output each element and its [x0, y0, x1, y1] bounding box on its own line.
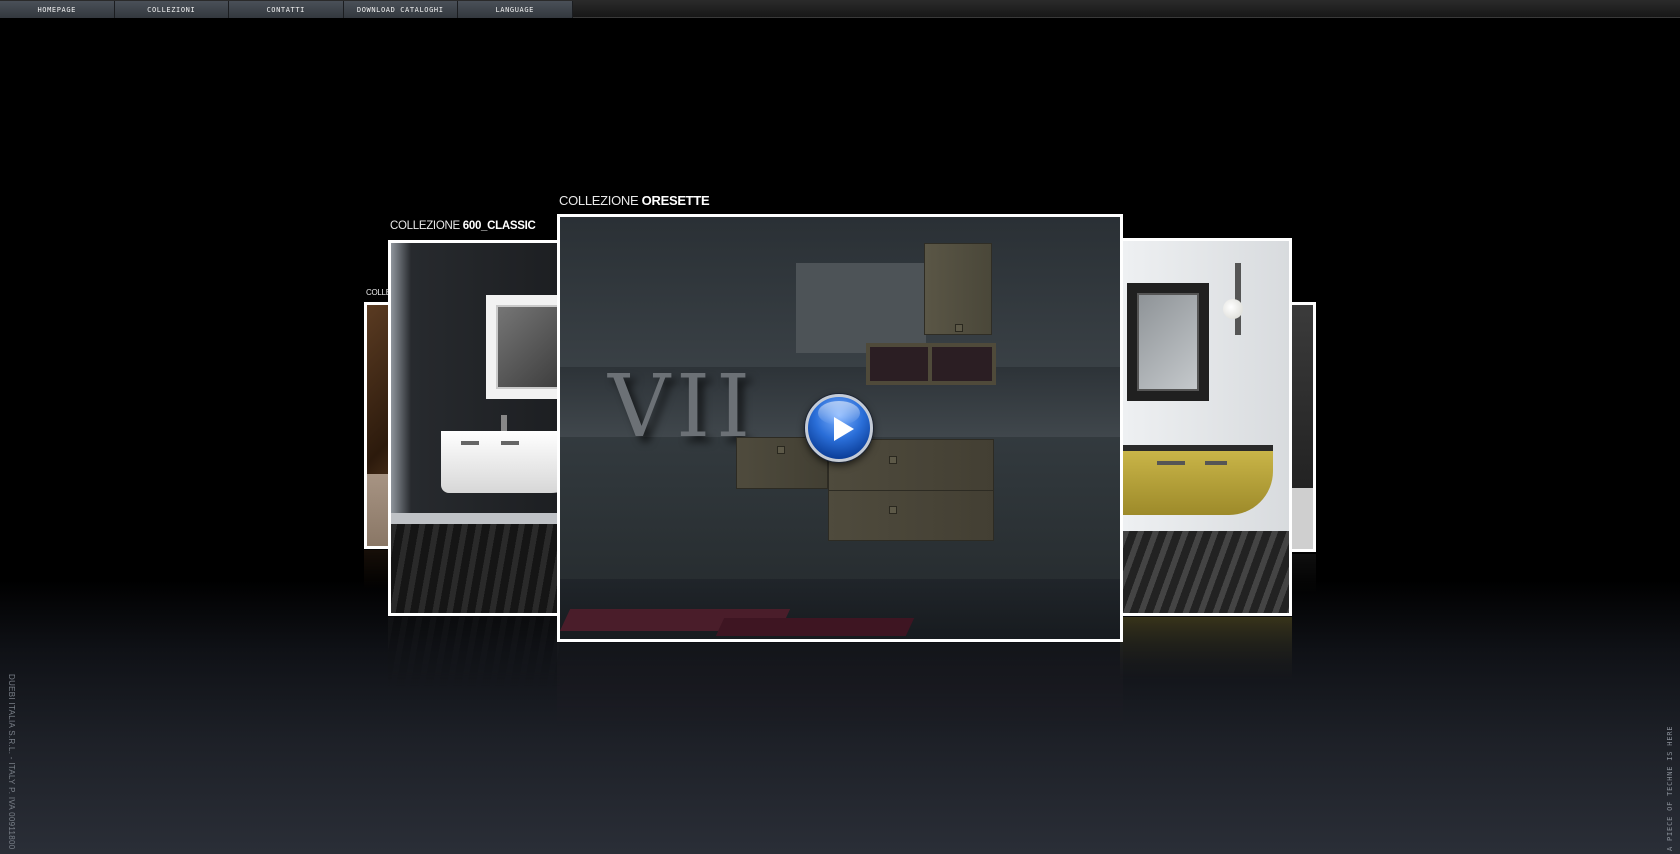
- slide-image: [388, 240, 560, 616]
- nav-download-cataloghi[interactable]: DOWNLOAD CATALOGHI: [343, 1, 458, 18]
- slide-reflection: [1120, 617, 1292, 687]
- nav-homepage[interactable]: HOMEPAGE: [0, 1, 115, 18]
- collection-photo: [1123, 241, 1289, 613]
- slide-caption: COLLEZIONE ORESETTE: [559, 193, 710, 208]
- nav-collezioni[interactable]: COLLEZIONI: [114, 1, 229, 18]
- mirror-icon: [486, 295, 557, 399]
- caption-prefix: COLLEZIONE: [390, 220, 460, 232]
- slide-reflection: [1288, 554, 1316, 594]
- caption-name: ORESETTE: [641, 193, 710, 208]
- slide-reflection: [557, 643, 1123, 733]
- main-menu: HOMEPAGE COLLEZIONI CONTATTI DOWNLOAD CA…: [0, 1, 573, 18]
- slide-image: [1120, 238, 1292, 616]
- caption-name: 600_CLASSIC: [462, 220, 536, 232]
- nav-contatti[interactable]: CONTATTI: [229, 1, 344, 18]
- techne-credit-link[interactable]: A PIECE OF TECHNE IS HERE: [1666, 727, 1678, 851]
- carousel-slide-far-right[interactable]: [1288, 302, 1316, 602]
- caption-prefix: COLLEZIONE: [559, 193, 639, 208]
- company-info-text: DUEBI ITALIA S.R.L. - ITALY P. IVA 00911…: [7, 674, 16, 849]
- play-icon: [834, 417, 854, 441]
- carousel-slide-far-left[interactable]: COLLE: [364, 286, 394, 590]
- collection-photo: [391, 243, 557, 613]
- slide-caption: COLLEZIONE 600_CLASSIC: [390, 220, 536, 232]
- carousel-slide-right[interactable]: [1120, 238, 1292, 687]
- carousel-slide-600-classic[interactable]: COLLEZIONE 600_CLASSIC: [388, 220, 560, 687]
- slide-reflection: [388, 617, 560, 687]
- lamp-icon: [1223, 299, 1243, 319]
- scene-letters: VII: [608, 357, 757, 457]
- slide-image: [1288, 302, 1316, 552]
- top-navigation-bar: HOMEPAGE COLLEZIONI CONTATTI DOWNLOAD CA…: [0, 0, 1680, 18]
- mirror-icon: [1127, 283, 1209, 401]
- nav-language[interactable]: LANGUAGE: [458, 1, 573, 18]
- carousel-slide-oresette[interactable]: COLLEZIONE ORESETTE VII: [557, 193, 1123, 733]
- play-video-button[interactable]: [805, 394, 873, 462]
- collection-photo: [1291, 305, 1313, 549]
